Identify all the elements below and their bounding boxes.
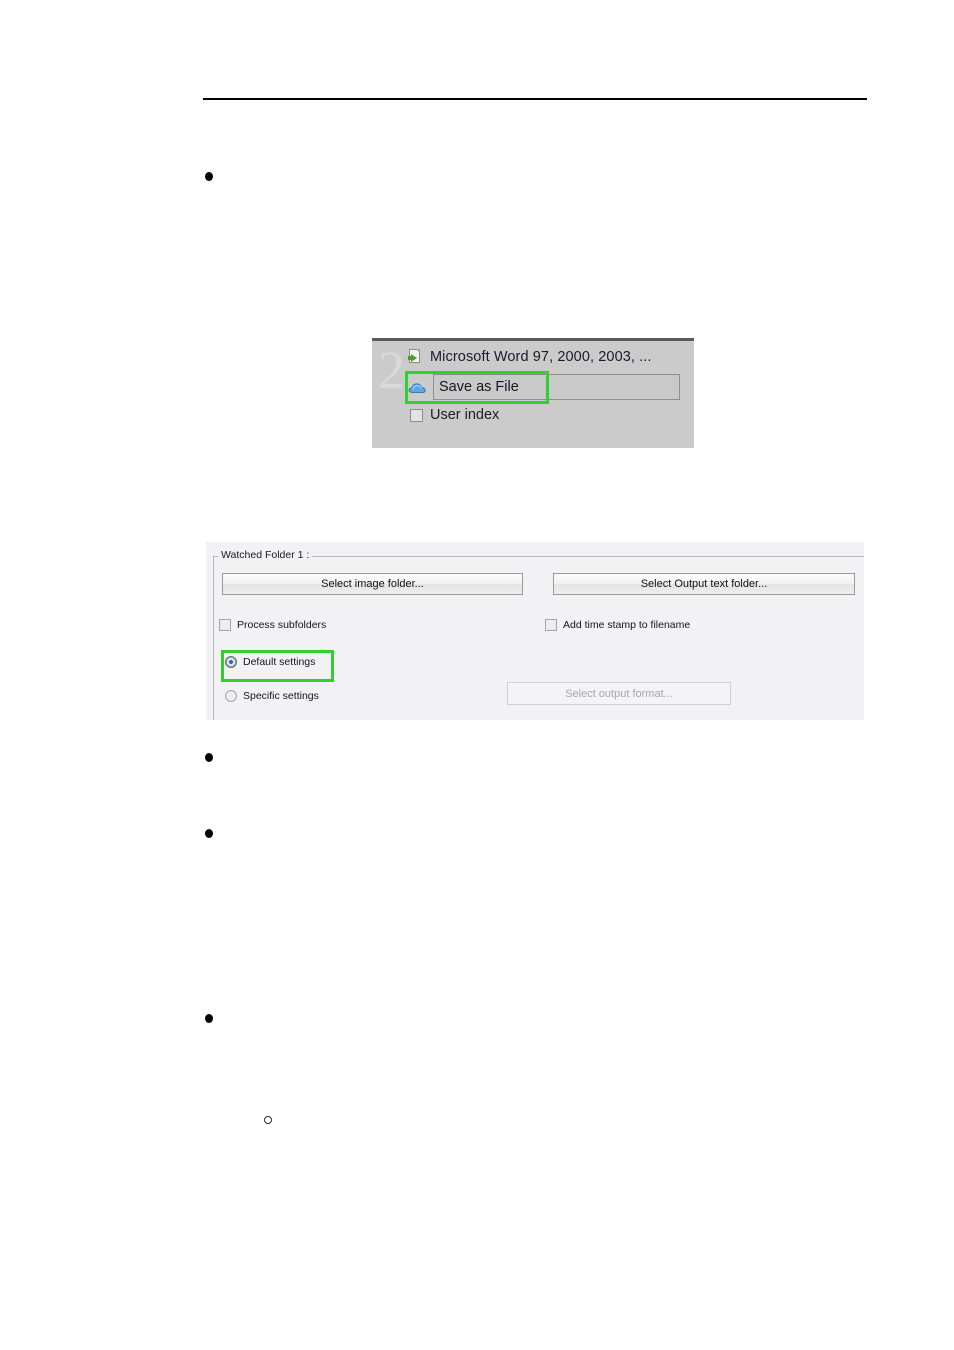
select-output-format-button[interactable]: Select output format... [507, 682, 731, 705]
select-image-folder-button[interactable]: Select image folder... [222, 573, 523, 595]
add-time-stamp-checkbox[interactable] [545, 619, 557, 631]
figure-watermark: 2 [378, 340, 405, 400]
save-as-file-combobox[interactable]: Save as File [433, 374, 680, 400]
user-index-row[interactable]: User index [410, 407, 499, 423]
document-export-icon [408, 349, 423, 365]
process-subfolders-row[interactable]: Process subfolders [219, 619, 326, 631]
figure-save-as-file: 2 Microsoft Word 97, 2000, 2003, ... Sav… [372, 338, 694, 448]
specific-settings-label: Specific settings [243, 690, 319, 702]
list-item-bullet [205, 1014, 213, 1023]
list-item-bullet [205, 753, 213, 762]
default-settings-label: Default settings [243, 656, 316, 668]
default-settings-row[interactable]: Default settings [225, 656, 315, 668]
list-item-bullet [205, 172, 213, 181]
specific-settings-row[interactable]: Specific settings [225, 690, 319, 702]
process-subfolders-label: Process subfolders [237, 619, 327, 631]
list-item-bullet [205, 829, 213, 838]
specific-settings-radio[interactable] [225, 690, 237, 702]
sub-list-item-bullet [264, 1116, 272, 1124]
cloud-icon [408, 380, 427, 394]
user-index-checkbox[interactable] [410, 408, 423, 422]
save-as-file-combo-row[interactable]: Save as File [408, 374, 680, 400]
user-index-label: User index [430, 407, 500, 423]
output-format-row[interactable]: Microsoft Word 97, 2000, 2003, ... [408, 349, 652, 365]
process-subfolders-checkbox[interactable] [219, 619, 231, 631]
select-output-text-folder-button[interactable]: Select Output text folder... [553, 573, 855, 595]
default-settings-radio[interactable] [225, 656, 237, 668]
watched-folder-title: Watched Folder 1 : [218, 549, 313, 561]
figure-watched-folder: Watched Folder 1 : Select image folder..… [206, 542, 864, 720]
output-format-label: Microsoft Word 97, 2000, 2003, ... [430, 349, 652, 365]
header-rule [203, 98, 867, 100]
save-as-file-value: Save as File [439, 379, 519, 395]
add-time-stamp-row[interactable]: Add time stamp to filename [545, 619, 690, 631]
add-time-stamp-label: Add time stamp to filename [563, 619, 691, 631]
